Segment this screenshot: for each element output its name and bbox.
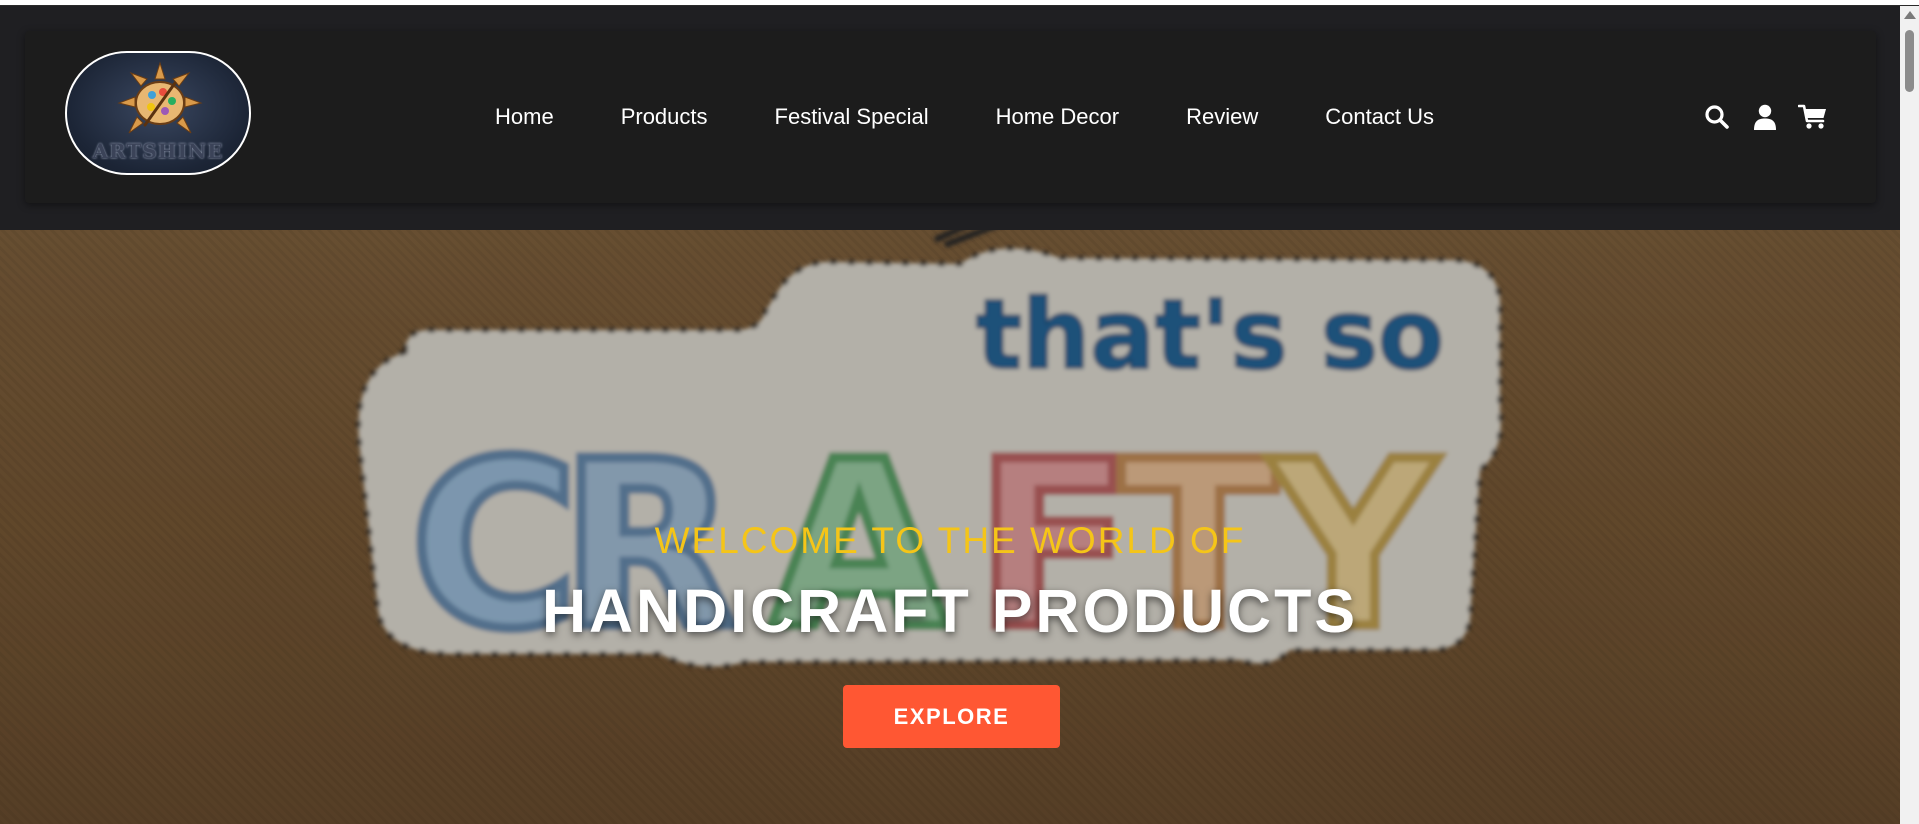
scrollbar[interactable]	[1900, 6, 1919, 824]
logo[interactable]: ARTSHINE	[65, 51, 251, 175]
palette-sun-icon	[117, 61, 203, 134]
nav-link-contact-us[interactable]: Contact Us	[1325, 104, 1434, 130]
header: ARTSHINE Home Products Festival Special …	[0, 6, 1900, 230]
nav-links: Home Products Festival Special Home Deco…	[495, 31, 1434, 203]
nav-link-review[interactable]: Review	[1186, 104, 1258, 130]
nav-link-products[interactable]: Products	[621, 104, 708, 130]
nav-icons	[1702, 31, 1828, 203]
nav-link-home[interactable]: Home	[495, 104, 554, 130]
hero-banner: that's so C R A F T Y WELCOME TO THE WOR…	[0, 230, 1900, 824]
navbar: ARTSHINE Home Products Festival Special …	[25, 31, 1876, 203]
scroll-up-arrow-icon[interactable]	[1904, 11, 1916, 19]
nav-link-home-decor[interactable]: Home Decor	[996, 104, 1119, 130]
scroll-thumb[interactable]	[1905, 30, 1914, 92]
page: ARTSHINE Home Products Festival Special …	[0, 6, 1900, 824]
hero-title: HANDICRAFT PRODUCTS	[541, 577, 1359, 645]
user-icon[interactable]	[1750, 102, 1780, 132]
cart-icon[interactable]	[1798, 102, 1828, 132]
search-icon[interactable]	[1702, 102, 1732, 132]
hero-subtitle: WELCOME TO THE WORLD OF	[654, 520, 1246, 561]
nav-link-festival-special[interactable]: Festival Special	[775, 104, 929, 130]
logo-text: ARTSHINE	[92, 139, 224, 163]
explore-button[interactable]: EXPLORE	[843, 685, 1060, 748]
